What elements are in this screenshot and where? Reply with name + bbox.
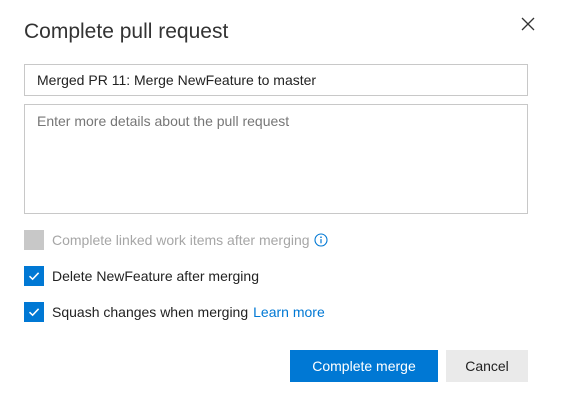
squash-checkbox[interactable] [24,302,44,322]
info-icon[interactable] [313,233,328,247]
complete-work-items-checkbox [24,230,44,250]
dialog-title: Complete pull request [24,20,229,43]
close-button[interactable] [516,12,540,36]
checkmark-icon [28,308,40,317]
squash-option: Squash changes when merging Learn more [24,302,325,322]
complete-merge-button[interactable]: Complete merge [290,350,438,382]
complete-work-items-option: Complete linked work items after merging [24,230,328,250]
complete-pull-request-dialog: Complete pull request Complete linked wo… [0,0,561,402]
learn-more-link[interactable]: Learn more [253,304,325,320]
delete-branch-option: Delete NewFeature after merging [24,266,259,286]
cancel-button[interactable]: Cancel [446,350,528,382]
close-icon [521,17,535,31]
delete-branch-checkbox[interactable] [24,266,44,286]
squash-label: Squash changes when merging [52,304,249,320]
complete-work-items-label: Complete linked work items after merging [52,232,310,248]
pr-details-textarea[interactable] [24,104,528,214]
pr-title-input[interactable] [24,64,528,96]
delete-branch-label: Delete NewFeature after merging [52,268,259,284]
checkmark-icon [28,272,40,281]
